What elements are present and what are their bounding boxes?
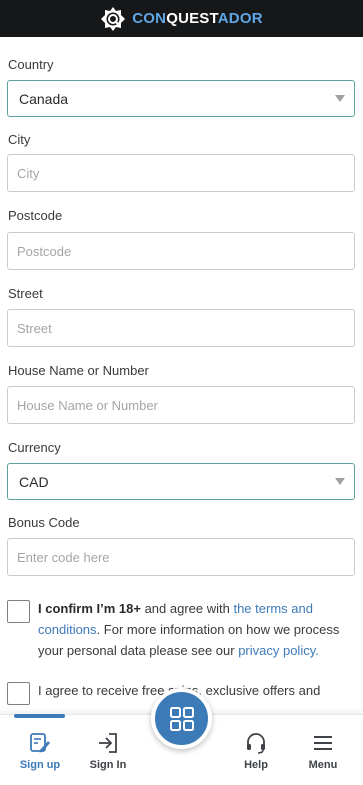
logo-mark-icon	[101, 6, 126, 31]
country-select[interactable]: Canada	[7, 80, 355, 117]
country-label: Country	[8, 57, 54, 72]
city-input[interactable]: City	[7, 154, 355, 192]
country-value: Canada	[19, 90, 69, 107]
house-label: House Name or Number	[8, 363, 149, 378]
logo-text: CONQUESTADOR	[132, 10, 262, 27]
logo-text-ador: ADOR	[217, 10, 263, 27]
nav-sign-in[interactable]: Sign In	[73, 731, 143, 771]
nav-help-label: Help	[244, 759, 268, 771]
nav-help[interactable]: Help	[221, 731, 291, 771]
age-consent-checkbox[interactable]	[7, 600, 30, 623]
street-placeholder: Street	[17, 320, 52, 336]
currency-value: CAD	[19, 473, 49, 490]
postcode-input[interactable]: Postcode	[7, 232, 355, 270]
games-grid-button[interactable]	[151, 688, 212, 749]
active-tab-indicator	[14, 714, 65, 718]
house-input[interactable]: House Name or Number	[7, 386, 355, 424]
bottom-navigation: Sign up Sign In Help Menu	[0, 688, 363, 785]
city-label: City	[8, 132, 31, 147]
grid-icon	[169, 706, 194, 731]
chevron-down-icon	[335, 95, 345, 102]
nav-menu[interactable]: Menu	[288, 731, 358, 771]
headset-icon	[247, 733, 265, 754]
age-consent-text-1: and agree with	[140, 601, 234, 616]
privacy-policy-link[interactable]: privacy policy.	[238, 643, 319, 658]
currency-label: Currency	[8, 440, 61, 455]
sign-in-icon	[99, 733, 117, 753]
street-label: Street	[8, 286, 43, 301]
sign-up-icon	[30, 733, 50, 753]
nav-sign-up-label: Sign up	[19, 759, 61, 771]
logo-text-con: CON	[132, 10, 167, 27]
nav-sign-up[interactable]: Sign up	[5, 731, 75, 771]
age-consent-bold: I confirm I’m 18+	[38, 601, 141, 616]
brand-logo[interactable]: CONQUESTADOR	[100, 6, 263, 32]
marketing-consent-checkbox[interactable]	[7, 682, 30, 705]
postcode-placeholder: Postcode	[17, 243, 72, 259]
house-placeholder: House Name or Number	[17, 397, 158, 413]
chevron-down-icon	[335, 478, 345, 485]
hamburger-menu-icon	[314, 736, 332, 750]
bonus-code-label: Bonus Code	[8, 515, 80, 530]
top-bar: CONQUESTADOR	[0, 0, 363, 37]
logo-text-quest: QUEST	[166, 10, 218, 27]
bonus-code-placeholder: Enter code here	[17, 549, 110, 565]
age-consent-row: I confirm I’m 18+ and agree with the ter…	[7, 600, 355, 661]
postcode-label: Postcode	[8, 208, 63, 223]
nav-menu-label: Menu	[308, 759, 338, 771]
city-placeholder: City	[17, 165, 40, 181]
street-input[interactable]: Street	[7, 309, 355, 347]
age-consent-text: I confirm I’m 18+ and agree with the ter…	[38, 598, 355, 661]
currency-select[interactable]: CAD	[7, 463, 355, 500]
bonus-code-input[interactable]: Enter code here	[7, 538, 355, 576]
nav-sign-in-label: Sign In	[89, 759, 127, 771]
